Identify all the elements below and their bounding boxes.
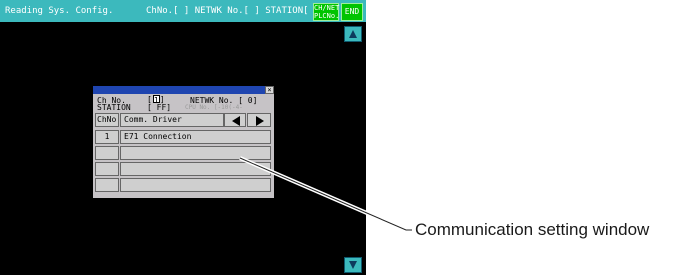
callout-label: Communication setting window — [415, 220, 650, 239]
